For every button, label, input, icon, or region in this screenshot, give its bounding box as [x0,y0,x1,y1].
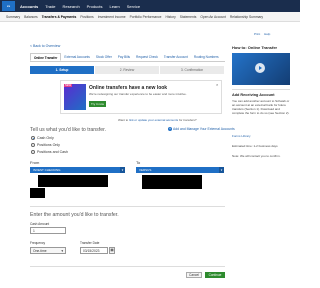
radio-dot [31,143,35,147]
sub-nav: Summary Balances Transfers & Payments Po… [0,12,300,22]
tab-stock-offer[interactable]: Stock Offer [93,53,115,61]
back-link[interactable]: < Back to Overview [30,44,60,48]
chevron-down-icon[interactable]: ▾ [120,167,125,173]
forms-library-link-wrap: Forms Library [232,134,292,138]
frequency-value: One-time [33,249,47,253]
sub-nav-relationship-summary[interactable]: Relationship Summary [230,15,263,19]
radio-label: Positions and Cash [37,150,68,154]
close-icon[interactable]: × [216,82,218,87]
transfer-tabs: Online Transfer External Accounts Stock … [30,53,225,62]
top-nav-trade[interactable]: Trade [45,4,55,9]
transfer-type-heading: Tell us what you'd like to transfer. [30,127,106,133]
try-it-now-button[interactable]: Try it now [89,101,106,107]
chevron-down-icon[interactable]: ▾ [219,167,224,173]
top-nav: Accounts Trade Research Products Learn S… [20,0,147,12]
tab-external-accounts[interactable]: External Accounts [61,53,93,61]
from-account-select[interactable]: INVEST CHECKING [30,167,125,173]
external-accounts-note: Want to link or update your external acc… [118,118,197,122]
add-account-label: Add and Manage Your External Accounts [173,127,235,131]
sub-nav-summary[interactable]: Summary [6,15,20,19]
redacted-from-details [38,175,108,187]
top-nav-research[interactable]: Research [63,4,80,9]
sidebar-section-text: You can add another account to Schwab or… [232,99,290,115]
sidebar-note: Note: We will contact you to confirm. [232,154,281,158]
to-account-select[interactable]: VERSUS [136,167,224,173]
top-nav-service[interactable]: Service [127,4,140,9]
promo-card: NEW Online transfers have a new look We'… [60,80,222,114]
top-nav-accounts[interactable]: Accounts [20,4,38,9]
top-nav-products[interactable]: Products [87,4,103,9]
to-label: To [136,160,141,165]
calendar-icon[interactable]: ▦ [109,247,115,254]
section-divider [30,206,225,207]
sidebar-estimate: Estimated time: 1-2 business days [232,144,278,148]
radio-label: Cash Only [37,136,54,140]
print-link[interactable]: Print [254,32,260,36]
radio-label: Positions Only [37,143,60,147]
frequency-select[interactable]: One-time ▾ [30,247,66,254]
sub-nav-balances[interactable]: Balances [24,15,38,19]
sub-nav-investment-income[interactable]: Investment Income [98,15,126,19]
promo-title: Online transfers have a new look [89,85,168,91]
redacted-to-details [142,175,202,189]
play-icon[interactable] [255,63,265,73]
tab-online-transfer[interactable]: Online Transfer [30,53,62,61]
note-prefix: Want to [118,118,130,122]
sub-nav-portfolio-performance[interactable]: Portfolio Performance [130,15,162,19]
video-title: How to: Online Transfer [232,45,278,50]
tab-routing-numbers[interactable]: Routing Numbers [191,53,222,61]
brand-logo[interactable]: cs [2,1,15,11]
frequency-label: Frequency [30,241,46,245]
sub-nav-history[interactable]: History [165,15,175,19]
step-review: 2. Review [95,66,159,74]
continue-button[interactable]: Continue [205,272,225,278]
transfer-date-input[interactable]: 03/15/2023 [80,247,108,254]
footer-divider [30,266,225,267]
transfer-date-label: Transfer Date [80,241,100,245]
sub-nav-open-account[interactable]: Open An Account [200,15,225,19]
sidebar-section-title: Add Receiving Account [232,93,275,97]
radio-cash-only[interactable]: Cash Only [31,136,54,140]
promo-image [64,84,86,110]
progress-steps: 1. Setup 2. Review 3. Confirmation [30,66,225,74]
add-account-link[interactable]: + Add and Manage Your External Accounts [168,127,235,131]
sub-nav-positions[interactable]: Positions [80,15,93,19]
sub-nav-statements[interactable]: Statements [180,15,197,19]
promo-text: We're redesigning our transfer experienc… [89,92,187,96]
note-suffix: for transfers? [178,118,197,122]
tab-pay-bills[interactable]: Pay Bills [115,53,133,61]
forms-library-link[interactable]: Forms Library [232,134,251,138]
utility-links: Print Help [254,32,270,36]
radio-positions-and-cash[interactable]: Positions and Cash [31,150,68,154]
step-setup: 1. Setup [30,66,94,74]
plus-icon: + [168,127,172,131]
radio-dot [31,150,35,154]
tab-request-check[interactable]: Request Check [133,53,161,61]
step-confirmation: 3. Confirmation [160,66,224,74]
chevron-down-icon: ▾ [61,249,63,253]
link-external-accounts[interactable]: link or update your external accounts [129,118,178,122]
help-link[interactable]: Help [264,32,270,36]
cancel-button[interactable]: Cancel [186,272,202,278]
sidebar-divider [232,89,290,90]
amount-heading: Enter the amount you'd like to transfer. [30,212,119,218]
redacted-from-extra [30,188,45,198]
cash-amount-label: Cash Amount [30,222,50,226]
radio-positions-only[interactable]: Positions Only [31,143,60,147]
sub-nav-transfers[interactable]: Transfers & Payments [42,15,77,19]
new-badge: NEW [64,84,73,87]
radio-dot-selected [31,136,35,140]
cash-amount-input[interactable]: 1 [30,227,66,234]
tab-transfer-account[interactable]: Transfer Account [161,53,191,61]
top-nav-learn[interactable]: Learn [109,4,119,9]
from-label: From [30,160,40,165]
